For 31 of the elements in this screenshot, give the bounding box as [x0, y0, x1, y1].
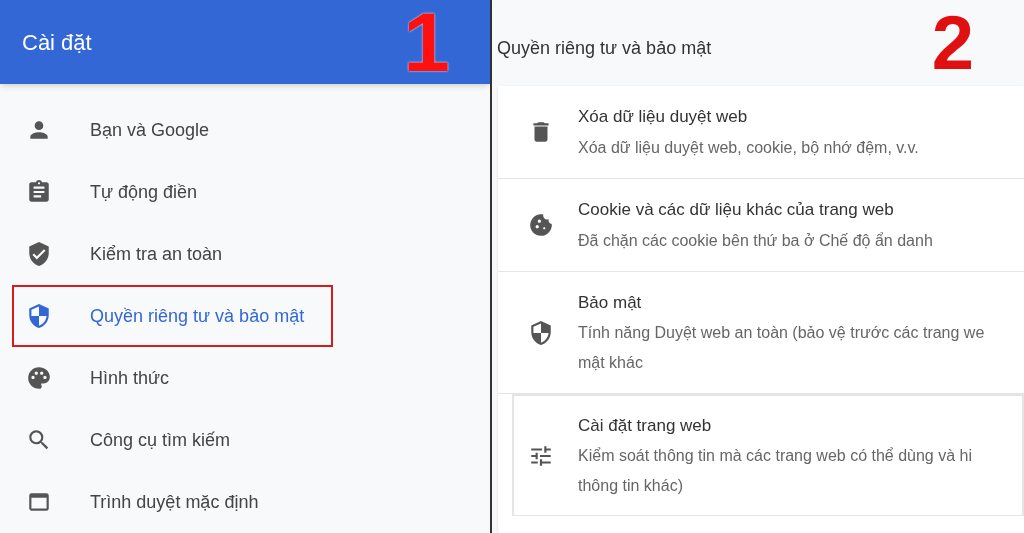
row-description: mật khác — [578, 353, 644, 374]
palette-icon — [26, 365, 52, 391]
row-title: Xóa dữ liệu duyệt web — [578, 106, 749, 129]
settings-row[interactable]: Xóa dữ liệu duyệt web Xóa dữ liệu duyệt web, cookie, bộ nhớ đệm, v.v. — [498, 86, 1024, 179]
sidebar-item[interactable]: Bạn và Google — [12, 99, 333, 161]
row-description: thông tin khác) — [578, 476, 684, 497]
row-description: Kiểm soát thông tin mà các trang web có thể dùng và hi — [578, 446, 972, 467]
sidebar-item[interactable]: Trình duyệt mặc định — [12, 471, 333, 533]
row-description: Xóa dữ liệu duyệt web, cookie, bộ nhớ đệm, v.v. — [578, 137, 919, 158]
shield-icon — [528, 319, 554, 346]
settings-row[interactable]: Cài đặt trang web Kiểm soát thông tin mà các trang web có thể dùng và hi thông tin khác) — [512, 394, 1024, 516]
sidebar-item[interactable]: Tự động điền — [12, 161, 333, 223]
shield-icon — [26, 303, 52, 329]
sidebar-item[interactable]: Công cụ tìm kiếm — [12, 409, 333, 471]
step-number: 2 — [931, 5, 974, 81]
section-title: Quyền riêng tư và bảo mật — [497, 36, 712, 60]
row-description: Tính năng Duyệt web an toàn (bảo vệ trước các trang we — [578, 323, 985, 344]
row-title: Cài đặt trang web — [578, 414, 713, 437]
row-title: Cookie và các dữ liệu khác của trang web — [578, 199, 895, 222]
cookie-icon — [528, 212, 554, 238]
settings-row[interactable]: Bảo mật Tính năng Duyệt web an toàn (bảo vệ trước các trang we mật khác — [498, 272, 1024, 394]
sidebar-item[interactable]: Kiểm tra an toàn — [12, 223, 333, 285]
shield-check-icon — [26, 241, 52, 267]
settings-row[interactable]: Cookie và các dữ liệu khác của trang web Đã chặn các cookie bên thứ ba ở Chế độ ẩn danh — [498, 179, 1024, 272]
step-number: 1 — [403, 0, 450, 84]
sidebar-item[interactable]: Hình thức — [12, 347, 333, 409]
row-description: Đã chặn các cookie bên thứ ba ở Chế độ ẩn danh — [578, 230, 933, 251]
clipboard-icon — [26, 179, 52, 205]
sidebar-item[interactable]: Quyền riêng tư và bảo mật — [12, 285, 333, 347]
row-title: Bảo mật — [578, 291, 643, 314]
settings-title: Cài đặt — [22, 28, 92, 57]
